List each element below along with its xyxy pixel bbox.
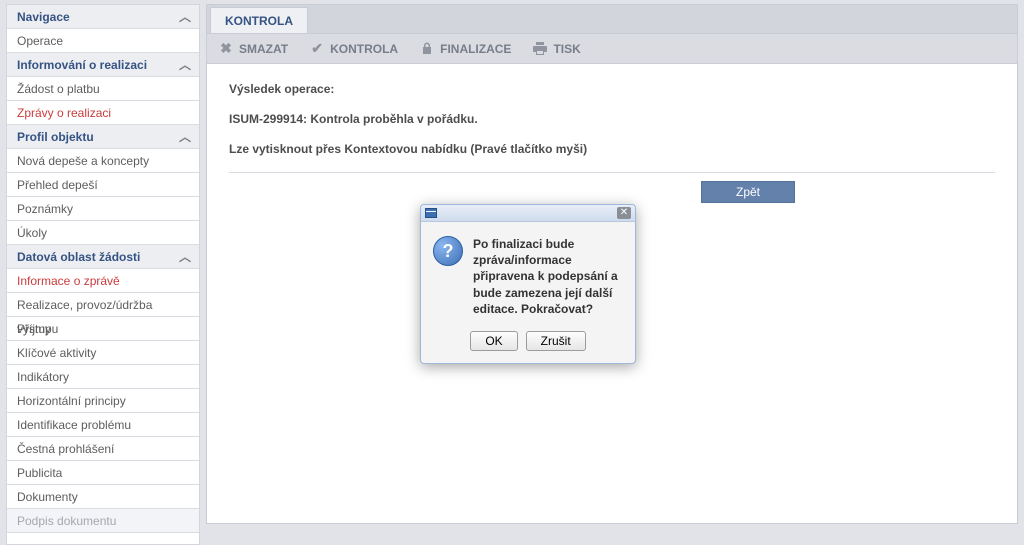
dialog-text: Po finalizaci bude zpráva/informace přip… [473,236,623,317]
cancel-button[interactable]: Zrušit [526,331,586,351]
window-icon [425,208,437,218]
close-icon[interactable]: ✕ [617,207,631,219]
ok-button[interactable]: OK [470,331,517,351]
dialog-title-bar: ✕ [421,205,635,222]
confirm-dialog: ✕ ? Po finalizaci bude zpráva/informace … [420,204,636,364]
dialog-buttons: OK Zrušit [421,325,635,363]
question-icon: ? [433,236,463,266]
